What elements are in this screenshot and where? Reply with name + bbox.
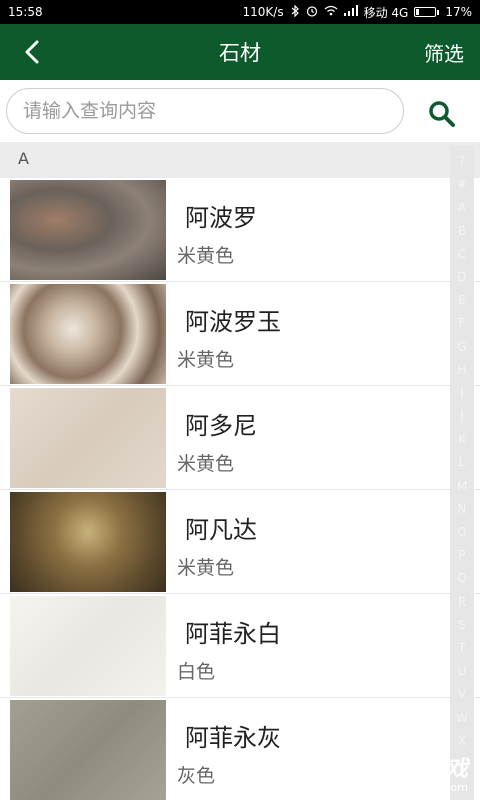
network-speed: 110K/s: [242, 5, 284, 19]
index-letter[interactable]: E: [450, 289, 474, 312]
stone-thumbnail: [10, 700, 166, 800]
stone-color: 米黄色: [177, 349, 235, 371]
signal-icon: [343, 5, 358, 19]
index-letter[interactable]: A: [450, 196, 474, 219]
index-letter[interactable]: D: [450, 266, 474, 289]
alphabet-index-bar[interactable]: ? # A B C D E F G H I J K L M N O P Q R S T U V W X: [450, 146, 474, 800]
filter-button[interactable]: 筛选: [424, 38, 464, 67]
index-letter[interactable]: U: [450, 660, 474, 683]
index-letter[interactable]: F: [450, 312, 474, 335]
search-input[interactable]: [6, 88, 404, 134]
index-letter[interactable]: S: [450, 614, 474, 637]
watermark-text: 9l游戏: [401, 757, 468, 782]
stone-thumbnail: [10, 284, 166, 384]
index-letter[interactable]: J: [450, 405, 474, 428]
index-letter[interactable]: B: [450, 220, 474, 243]
stone-name: 阿菲永白: [185, 620, 281, 648]
status-time: 15:58: [8, 5, 43, 19]
index-letter[interactable]: X: [450, 730, 474, 753]
index-letter[interactable]: K: [450, 428, 474, 451]
stone-color: 白色: [177, 661, 216, 683]
index-letter[interactable]: #: [450, 173, 474, 196]
wifi-icon: [324, 5, 338, 19]
stone-thumbnail: [10, 388, 166, 488]
alarm-icon: [306, 5, 318, 20]
index-letter[interactable]: N: [450, 498, 474, 521]
status-right: 110K/s 移动 4G 17%: [242, 4, 472, 21]
index-letter[interactable]: M: [450, 475, 474, 498]
stone-name: 阿菲永灰: [185, 724, 281, 752]
app-bar: 石材 筛选: [0, 24, 480, 80]
index-letter[interactable]: O: [450, 521, 474, 544]
index-letter[interactable]: P: [450, 544, 474, 567]
stone-list: 阿波罗 米黄色 阿波罗玉 米黄色 阿多尼 米黄色 阿凡达 米黄色 阿菲永白 白色…: [0, 178, 480, 800]
stone-thumbnail: [10, 596, 166, 696]
bluetooth-icon: [290, 4, 300, 20]
watermark-subtext: 91danji.com: [400, 781, 468, 794]
stone-color: 米黄色: [177, 453, 235, 475]
section-header: A: [0, 142, 480, 178]
index-letter[interactable]: G: [450, 336, 474, 359]
search-icon: [429, 101, 455, 127]
index-letter[interactable]: H: [450, 359, 474, 382]
index-letter[interactable]: W: [450, 707, 474, 730]
index-letter[interactable]: L: [450, 451, 474, 474]
page-title: 石材: [219, 41, 261, 65]
stone-name: 阿波罗玉: [185, 308, 281, 336]
index-letter[interactable]: R: [450, 591, 474, 614]
index-letter[interactable]: ?: [450, 150, 474, 173]
index-letter[interactable]: C: [450, 243, 474, 266]
list-item[interactable]: 阿凡达 米黄色: [0, 490, 480, 594]
list-item[interactable]: 阿波罗 米黄色: [0, 178, 480, 282]
battery-percent: 17%: [445, 5, 472, 19]
list-item[interactable]: 阿多尼 米黄色: [0, 386, 480, 490]
list-item[interactable]: 阿波罗玉 米黄色: [0, 282, 480, 386]
stone-name: 阿凡达: [185, 516, 257, 544]
stone-color: 灰色: [177, 765, 216, 787]
search-row: [0, 80, 480, 142]
battery-icon: [414, 7, 440, 17]
stone-name: 阿多尼: [185, 412, 257, 440]
list-item[interactable]: 阿菲永白 白色: [0, 594, 480, 698]
stone-thumbnail: [10, 492, 166, 592]
index-letter[interactable]: Q: [450, 567, 474, 590]
stone-color: 米黄色: [177, 245, 235, 267]
carrier-label: 移动 4G: [363, 5, 409, 20]
stone-thumbnail: [10, 180, 166, 280]
index-letter[interactable]: T: [450, 637, 474, 660]
stone-color: 米黄色: [177, 557, 235, 579]
index-letter[interactable]: V: [450, 683, 474, 706]
index-letter[interactable]: I: [450, 382, 474, 405]
chevron-left-icon: [25, 40, 39, 64]
watermark: 9l游戏 91danji.com: [400, 751, 468, 794]
search-button[interactable]: [424, 96, 460, 132]
status-bar: 15:58 110K/s 移动 4G 17%: [0, 0, 480, 24]
back-button[interactable]: [16, 36, 48, 68]
stone-name: 阿波罗: [185, 204, 257, 232]
